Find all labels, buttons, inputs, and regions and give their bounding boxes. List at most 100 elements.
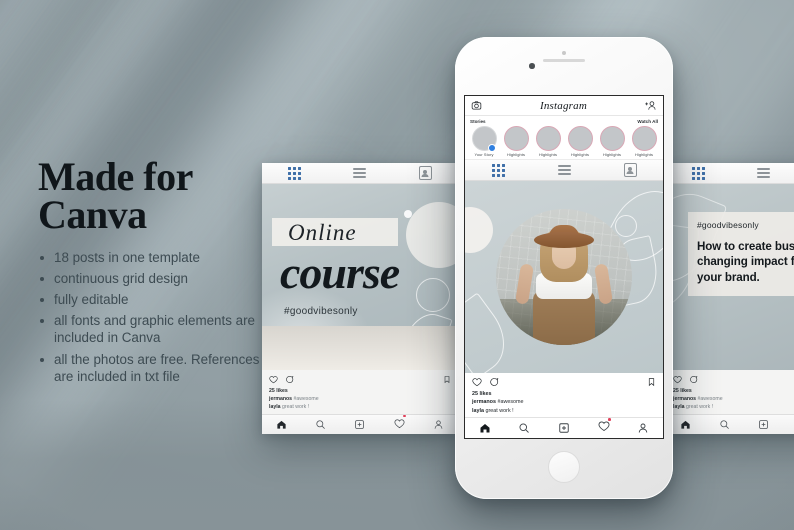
card-artwork-left: Online course #goodvibesonly xyxy=(262,184,458,370)
story-item-highlight-2[interactable]: Highlights xyxy=(534,126,562,157)
card-photo-strip xyxy=(262,325,458,370)
bookmark-icon[interactable] xyxy=(647,377,656,387)
grid-icon[interactable] xyxy=(288,166,302,180)
likes-count: 25 likes xyxy=(472,390,492,397)
bookmark-icon[interactable] xyxy=(443,375,451,384)
comment-username[interactable]: layla xyxy=(269,404,281,410)
likes-count: 25 likes xyxy=(673,387,692,394)
bottom-navbar xyxy=(666,414,794,434)
stories-tray: Stories Watch All Your Story Highlights … xyxy=(465,116,663,160)
post-card-left[interactable]: Online course #goodvibesonly 25 likes je… xyxy=(262,163,458,434)
grid-icon[interactable] xyxy=(692,166,706,180)
quote-hashtag: #goodvibesonly xyxy=(697,220,759,230)
bottom-navbar xyxy=(465,417,663,438)
story-item-highlight-1[interactable]: Highlights xyxy=(502,126,530,157)
list-icon[interactable] xyxy=(353,168,367,178)
activity-icon-wrap[interactable] xyxy=(598,418,611,437)
post-meta: 25 likes jermanos #awesome layla great w… xyxy=(472,390,656,415)
watch-all-label[interactable]: Watch All xyxy=(637,119,658,124)
add-post-icon[interactable] xyxy=(354,419,365,430)
heart-icon[interactable] xyxy=(598,420,610,432)
comment-icon[interactable] xyxy=(689,375,698,384)
home-icon[interactable] xyxy=(479,422,491,434)
caption-text: #awesome xyxy=(697,395,723,402)
card-tabbar xyxy=(262,163,458,184)
caption-username[interactable]: jermanos xyxy=(269,396,292,402)
list-icon[interactable] xyxy=(757,168,771,178)
heart-icon[interactable] xyxy=(673,375,682,384)
list-item: all the photos are free. References are … xyxy=(38,351,270,385)
profile-card-icon[interactable] xyxy=(623,163,637,177)
caption-text: #awesome xyxy=(293,395,319,402)
post-footer: 25 likes jermanos #awesome layla great w… xyxy=(666,369,794,414)
comment-username[interactable]: layla xyxy=(472,408,484,414)
comment-text: great work ! xyxy=(282,403,310,410)
likes-count: 25 likes xyxy=(269,387,288,394)
list-item: all fonts and graphic elements are inclu… xyxy=(38,312,270,346)
person-icon[interactable] xyxy=(433,419,444,430)
comment-text: great work ! xyxy=(686,403,714,410)
card-artwork-right: #goodvibesonly How to create business-ch… xyxy=(666,184,794,370)
instagram-header: Instagram xyxy=(465,96,663,116)
search-icon[interactable] xyxy=(518,422,530,434)
add-friend-icon[interactable] xyxy=(645,100,657,111)
front-camera-icon xyxy=(529,63,535,69)
heart-icon[interactable] xyxy=(269,375,278,384)
story-label: Highlights xyxy=(602,152,622,157)
story-item-highlight-4[interactable]: Highlights xyxy=(598,126,626,157)
phone-mockup: Instagram Stories Watch All Your Story H… xyxy=(455,37,673,499)
instagram-logo: Instagram xyxy=(539,99,588,112)
post-footer: 25 likes jermanos #awesome layla great w… xyxy=(262,369,458,414)
caption-username[interactable]: jermanos xyxy=(472,399,496,405)
comment-icon[interactable] xyxy=(489,377,499,387)
earpiece-speaker xyxy=(543,59,585,63)
story-avatar xyxy=(567,126,593,151)
caption-username[interactable]: jermanos xyxy=(673,396,696,402)
story-item-highlight-5[interactable]: Highlights xyxy=(630,126,658,157)
profile-card-icon[interactable] xyxy=(418,166,432,180)
add-post-icon[interactable] xyxy=(758,419,769,430)
search-icon[interactable] xyxy=(719,419,730,430)
stories-row[interactable]: Your Story Highlights Highlights Highlig… xyxy=(470,126,658,157)
home-icon[interactable] xyxy=(680,419,691,430)
story-label: Highlights xyxy=(634,152,654,157)
search-icon[interactable] xyxy=(315,419,326,430)
camera-icon[interactable] xyxy=(471,100,482,111)
list-icon[interactable] xyxy=(557,165,571,175)
story-label: Highlights xyxy=(538,152,558,157)
stories-header: Stories Watch All xyxy=(470,119,658,124)
post-actions xyxy=(673,375,794,384)
phone-screen: Instagram Stories Watch All Your Story H… xyxy=(464,95,664,439)
post-meta: 25 likes jermanos #awesome layla great w… xyxy=(269,387,451,411)
home-button[interactable] xyxy=(548,451,580,483)
card-tabbar xyxy=(666,163,794,184)
story-avatar xyxy=(599,126,625,151)
stories-label: Stories xyxy=(470,119,486,124)
grid-icon[interactable] xyxy=(491,163,505,177)
comment-username[interactable]: layla xyxy=(673,404,685,410)
post-actions xyxy=(269,375,451,384)
heart-icon[interactable] xyxy=(394,418,405,429)
heart-icon[interactable] xyxy=(472,377,482,387)
card-title-word: course xyxy=(280,247,400,298)
bottom-navbar xyxy=(262,414,458,434)
list-item: continuous grid design xyxy=(38,270,270,287)
story-avatar xyxy=(631,126,657,151)
home-icon[interactable] xyxy=(276,419,287,430)
card-hashtag: #goodvibesonly xyxy=(284,306,358,317)
story-avatar xyxy=(471,126,497,151)
caption-text: #awesome xyxy=(497,399,524,406)
activity-icon-wrap[interactable] xyxy=(394,414,406,434)
story-avatar xyxy=(535,126,561,151)
story-item-highlight-3[interactable]: Highlights xyxy=(566,126,594,157)
card-tabbar xyxy=(465,160,663,181)
post-card-right[interactable]: #goodvibesonly How to create business-ch… xyxy=(666,163,794,434)
story-item-your-story[interactable]: Your Story xyxy=(470,126,498,157)
person-icon[interactable] xyxy=(637,422,649,434)
list-item: 18 posts in one template xyxy=(38,249,270,266)
comment-icon[interactable] xyxy=(285,375,294,384)
post-footer: 25 likes jermanos #awesome layla great w… xyxy=(465,372,663,417)
promo-copy-block: Made for Canva 18 posts in one template … xyxy=(38,157,270,389)
comment-text: great work ! xyxy=(485,407,514,414)
add-post-icon[interactable] xyxy=(558,422,570,434)
